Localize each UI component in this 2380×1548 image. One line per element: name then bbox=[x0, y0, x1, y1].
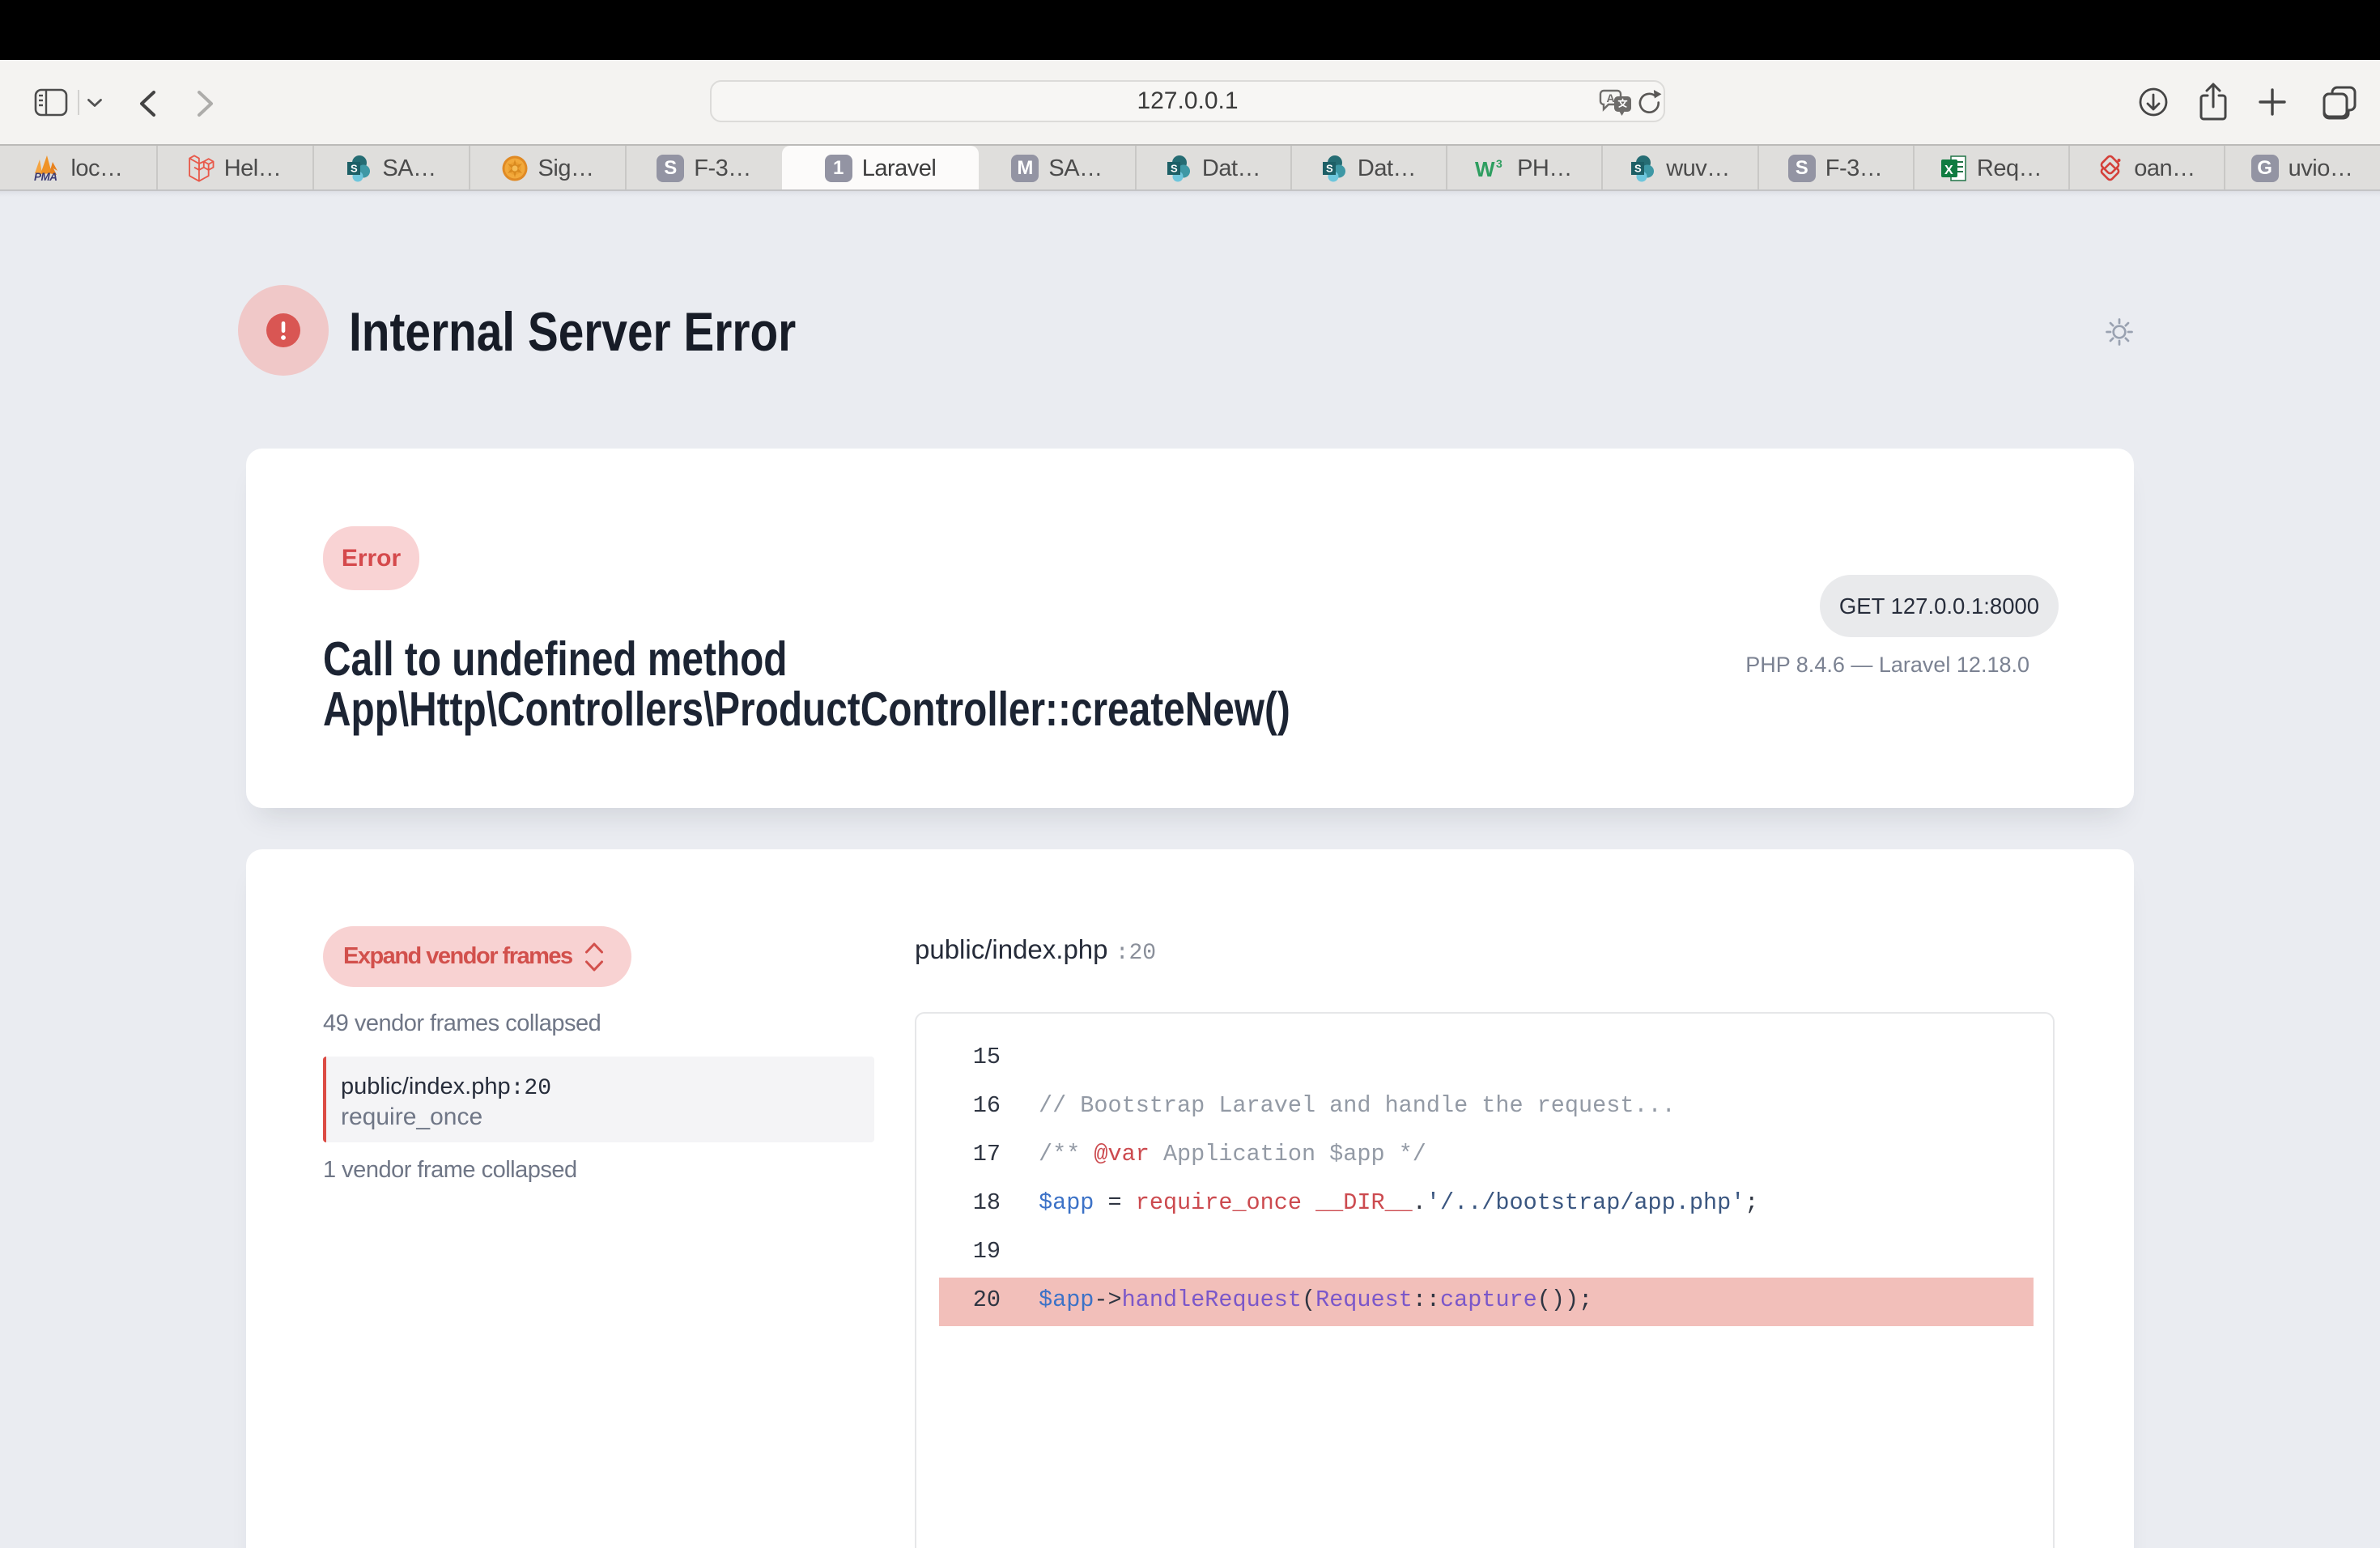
svg-text:A: A bbox=[1607, 91, 1615, 104]
svg-text:W: W bbox=[1475, 157, 1495, 181]
svg-text:S: S bbox=[1326, 163, 1333, 175]
svg-text:PMA: PMA bbox=[34, 171, 57, 182]
svg-text:X: X bbox=[1944, 164, 1953, 177]
svg-text:S: S bbox=[1171, 163, 1178, 175]
svg-text:3: 3 bbox=[1496, 157, 1502, 170]
svg-text:S: S bbox=[351, 163, 358, 175]
svg-text:S: S bbox=[1634, 163, 1642, 175]
